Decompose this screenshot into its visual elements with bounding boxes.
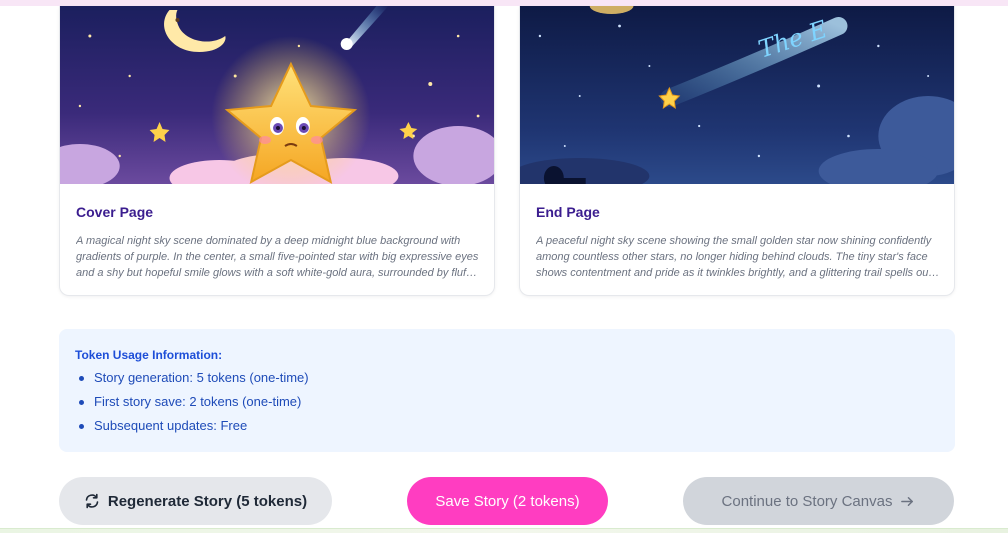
continue-to-story-canvas-button[interactable]: Continue to Story Canvas: [683, 477, 954, 525]
list-item: First story save: 2 tokens (one-time): [75, 394, 939, 418]
list-item-text: First story save: 2 tokens (one-time): [94, 394, 302, 409]
regenerate-story-button[interactable]: Regenerate Story (5 tokens): [59, 477, 332, 525]
save-story-button[interactable]: Save Story (2 tokens): [407, 477, 608, 525]
end-page-card[interactable]: The E End Page A peaceful night sky scen…: [519, 6, 955, 296]
bottom-border-strip: [0, 528, 1008, 533]
token-usage-list: Story generation: 5 tokens (one-time) Fi…: [75, 370, 939, 442]
card-description: A peaceful night sky scene showing the s…: [536, 235, 932, 279]
list-item: Story generation: 5 tokens (one-time): [75, 370, 939, 394]
bullet-icon: [79, 400, 84, 405]
regenerate-story-label: Regenerate Story (5 tokens): [107, 492, 308, 510]
save-story-label: Save Story (2 tokens): [435, 492, 580, 510]
token-usage-title: Token Usage Information:: [75, 348, 223, 362]
arrow-right-icon: [901, 496, 914, 506]
cover-page-card[interactable]: Cover Page A magical night sky scene dom…: [59, 6, 495, 296]
smiling-star-illustration: [60, 6, 494, 184]
continue-label: Continue to Story Canvas: [721, 492, 893, 510]
list-item: Subsequent updates: Free: [75, 418, 939, 442]
token-usage-panel: Token Usage Information: Story generatio…: [59, 329, 955, 452]
card-title: End Page: [536, 204, 600, 220]
night-sky-end-illustration: The E: [520, 6, 954, 184]
refresh-icon: [85, 493, 99, 509]
bullet-icon: [79, 424, 84, 429]
list-item-text: Story generation: 5 tokens (one-time): [94, 370, 309, 385]
card-description: A magical night sky scene dominated by a…: [76, 235, 479, 279]
card-title: Cover Page: [76, 204, 154, 220]
list-item-text: Subsequent updates: Free: [94, 418, 248, 433]
bullet-icon: [79, 376, 84, 381]
